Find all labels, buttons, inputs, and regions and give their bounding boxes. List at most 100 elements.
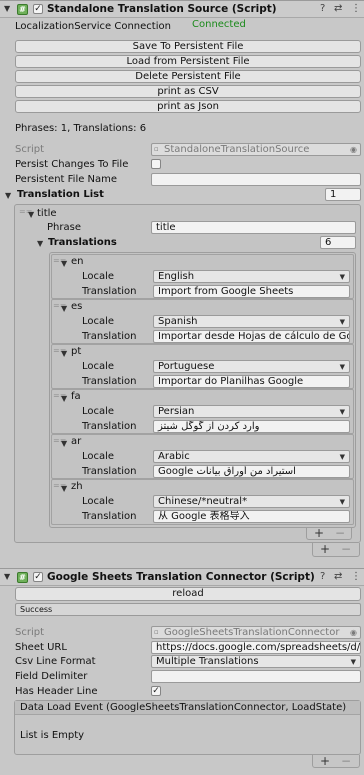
- entry-code: zh: [71, 481, 83, 492]
- translation-input[interactable]: Importar desde Hojas de cálculo de Googl…: [153, 330, 350, 343]
- dropdown-arrow-icon: ▼: [339, 318, 345, 326]
- locale-dropdown[interactable]: Persian ▼: [153, 405, 350, 418]
- translation-label: Translation: [82, 421, 137, 432]
- event-empty-text: List is Empty: [20, 730, 85, 741]
- component-header-google-sheets[interactable]: ▼ # ✓ Google Sheets Translation Connecto…: [0, 568, 364, 586]
- translation-label: Translation: [82, 376, 137, 387]
- entry-code: ar: [71, 436, 82, 447]
- locale-label: Locale: [82, 316, 115, 327]
- help-icon[interactable]: ?: [320, 571, 325, 582]
- header-line-checkbox[interactable]: ✓: [151, 686, 161, 696]
- component-enabled-checkbox[interactable]: ✓: [33, 4, 43, 14]
- sheet-url-input[interactable]: https://docs.google.com/spreadsheets/d/e…: [151, 641, 361, 654]
- locale-dropdown[interactable]: Arabic ▼: [153, 450, 350, 463]
- locale-dropdown[interactable]: Portuguese ▼: [153, 360, 350, 373]
- entry-fold-icon[interactable]: ▼: [61, 394, 67, 403]
- load-persistent-button[interactable]: Load from Persistent File: [15, 55, 361, 68]
- script-icon: #: [17, 4, 28, 15]
- settings-icon[interactable]: ⇄: [334, 3, 342, 14]
- save-persistent-button[interactable]: Save To Persistent File: [15, 40, 361, 53]
- fold-arrow-icon[interactable]: ▼: [4, 4, 10, 13]
- locale-label: Locale: [82, 406, 115, 417]
- add-event-button[interactable]: +: [320, 755, 330, 767]
- delete-persistent-button[interactable]: Delete Persistent File: [15, 70, 361, 83]
- header-line-label: Has Header Line: [15, 686, 98, 697]
- script-field: GoogleSheetsTranslationConnector ▫ ◉: [151, 626, 361, 639]
- component-title: Google Sheets Translation Connector (Scr…: [47, 571, 315, 583]
- dropdown-arrow-icon: ▼: [350, 658, 356, 666]
- translations-label: Translations: [48, 237, 117, 248]
- entry-code: es: [71, 301, 83, 312]
- csv-format-label: Csv Line Format: [15, 656, 96, 667]
- translation-input[interactable]: Google استيراد من أوراق بيانات: [153, 465, 350, 478]
- translation-input[interactable]: 从 Google 表格导入: [153, 510, 350, 523]
- status-field: Success: [15, 603, 361, 616]
- translation-list-count[interactable]: 1: [325, 188, 361, 201]
- locale-label: Locale: [82, 451, 115, 462]
- csv-format-dropdown[interactable]: Multiple Translations ▼: [151, 655, 361, 668]
- dropdown-arrow-icon: ▼: [339, 363, 345, 371]
- translations-add-remove: + −: [306, 527, 352, 540]
- target-icon[interactable]: ◉: [350, 144, 357, 155]
- remove-item-button[interactable]: −: [341, 543, 351, 555]
- list-add-remove: + −: [312, 543, 360, 557]
- component-title: Standalone Translation Source (Script): [47, 3, 277, 15]
- translation-label: Translation: [82, 286, 137, 297]
- translation-label: Translation: [82, 466, 137, 477]
- stats-text: Phrases: 1, Translations: 6: [15, 123, 147, 134]
- locale-dropdown[interactable]: Chinese/*neutral* ▼: [153, 495, 350, 508]
- script-file-icon: ▫: [154, 628, 159, 636]
- entry-fold-icon[interactable]: ▼: [61, 439, 67, 448]
- data-load-event-label: Data Load Event (GoogleSheetsTranslation…: [20, 702, 347, 713]
- translations-count[interactable]: 6: [320, 236, 356, 249]
- locale-label: Locale: [82, 271, 115, 282]
- menu-icon[interactable]: ⋮: [351, 571, 361, 582]
- translation-label: Translation: [82, 331, 137, 342]
- event-add-remove: + −: [312, 755, 360, 768]
- translation-list-fold-icon[interactable]: ▼: [5, 191, 11, 200]
- reload-button[interactable]: reload: [15, 587, 361, 601]
- script-label: Script: [15, 627, 45, 638]
- remove-event-button[interactable]: −: [341, 755, 351, 767]
- translation-input[interactable]: Import from Google Sheets: [153, 285, 350, 298]
- locale-dropdown[interactable]: Spanish ▼: [153, 315, 350, 328]
- entry-fold-icon[interactable]: ▼: [61, 484, 67, 493]
- dropdown-arrow-icon: ▼: [339, 498, 345, 506]
- script-value: GoogleSheetsTranslationConnector: [164, 627, 340, 638]
- translation-input[interactable]: وارد کردن از گوگل شیتز: [153, 420, 350, 433]
- translation-input[interactable]: Importar do Planilhas Google: [153, 375, 350, 388]
- persist-changes-checkbox[interactable]: [151, 159, 161, 169]
- entry-fold-icon[interactable]: ▼: [61, 304, 67, 313]
- add-translation-button[interactable]: +: [314, 527, 324, 539]
- connection-label: LocalizationService Connection: [15, 21, 171, 32]
- script-label: Script: [15, 144, 45, 155]
- script-file-icon: ▫: [154, 145, 159, 153]
- script-field: StandaloneTranslationSource ▫ ◉: [151, 143, 361, 156]
- item-fold-icon[interactable]: ▼: [28, 210, 34, 219]
- entry-code: fa: [71, 391, 81, 402]
- settings-icon[interactable]: ⇄: [334, 571, 342, 582]
- translation-label: Translation: [82, 511, 137, 522]
- component-enabled-checkbox[interactable]: ✓: [33, 572, 43, 582]
- target-icon[interactable]: ◉: [350, 627, 357, 638]
- field-delimiter-input[interactable]: [151, 670, 361, 683]
- locale-label: Locale: [82, 361, 115, 372]
- phrase-label: Phrase: [47, 222, 81, 233]
- fold-arrow-icon[interactable]: ▼: [4, 572, 10, 581]
- entry-fold-icon[interactable]: ▼: [61, 259, 67, 268]
- help-icon[interactable]: ?: [320, 3, 325, 14]
- persistent-file-label: Persistent File Name: [15, 174, 118, 185]
- component-header-standalone[interactable]: ▼ # ✓ Standalone Translation Source (Scr…: [0, 0, 364, 18]
- print-json-button[interactable]: print as Json: [15, 100, 361, 113]
- menu-icon[interactable]: ⋮: [351, 3, 361, 14]
- connection-status: Connected: [192, 19, 246, 30]
- translations-fold-icon[interactable]: ▼: [37, 239, 43, 248]
- phrase-input[interactable]: title: [151, 221, 356, 234]
- remove-translation-button[interactable]: −: [335, 527, 345, 539]
- add-item-button[interactable]: +: [320, 543, 330, 555]
- locale-dropdown[interactable]: English ▼: [153, 270, 350, 283]
- dropdown-arrow-icon: ▼: [339, 408, 345, 416]
- entry-fold-icon[interactable]: ▼: [61, 349, 67, 358]
- persistent-file-input[interactable]: [151, 173, 361, 186]
- print-csv-button[interactable]: print as CSV: [15, 85, 361, 98]
